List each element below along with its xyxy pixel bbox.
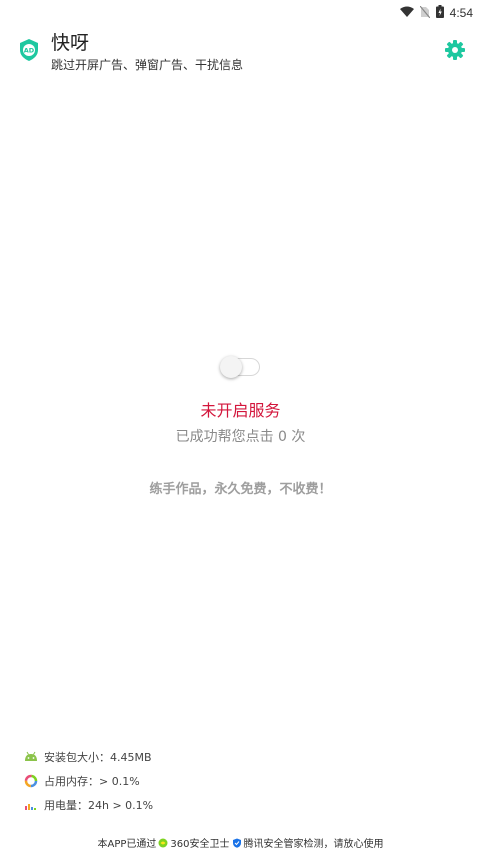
battery-usage-text: 用电量：24h > 0.1%	[44, 799, 154, 812]
gear-icon	[445, 40, 465, 60]
status-time: 4:54	[449, 5, 473, 20]
app-subtitle: 跳过开屏广告、弹窗广告、干扰信息	[51, 58, 244, 72]
wifi-icon	[399, 3, 414, 22]
battery-usage-row: 用电量：24h > 0.1%	[24, 797, 153, 813]
memory-ring-icon	[24, 774, 38, 788]
footer-text-1: 本APP已通过	[97, 839, 157, 850]
battery-icon	[435, 3, 444, 22]
package-size-text: 安装包大小：4.45MB	[44, 751, 152, 764]
click-count-text: 已成功帮您点击 0 次	[175, 429, 306, 445]
footer-text-3: 腾讯安全管家检测，请放心使用	[243, 839, 384, 850]
logo-label: AD	[24, 47, 35, 55]
battery-bars-icon	[24, 798, 38, 812]
tencent-shield-icon	[232, 838, 242, 848]
settings-button[interactable]	[443, 38, 467, 62]
package-size-row: 安装包大小：4.45MB	[24, 749, 152, 765]
app-title: 快呀	[51, 32, 90, 54]
android-icon	[24, 750, 38, 764]
360-security-icon	[158, 838, 168, 848]
status-bar: 4:54	[0, 0, 481, 22]
slogan-text: 练手作品，永久免费，不收费！	[149, 482, 332, 497]
service-toggle[interactable]	[220, 356, 262, 378]
service-status-text: 未开启服务	[200, 401, 281, 420]
memory-usage-text: 占用内存：> 0.1%	[44, 775, 140, 788]
toggle-thumb	[220, 356, 242, 378]
security-footer: 本APP已通过 360安全卫士 腾讯安全管家检测，请放心使用	[0, 835, 481, 850]
footer-text-2: 360安全卫士	[170, 839, 230, 850]
memory-usage-row: 占用内存：> 0.1%	[24, 773, 140, 789]
app-logo-icon: AD	[18, 38, 40, 62]
no-sim-icon	[419, 3, 431, 22]
